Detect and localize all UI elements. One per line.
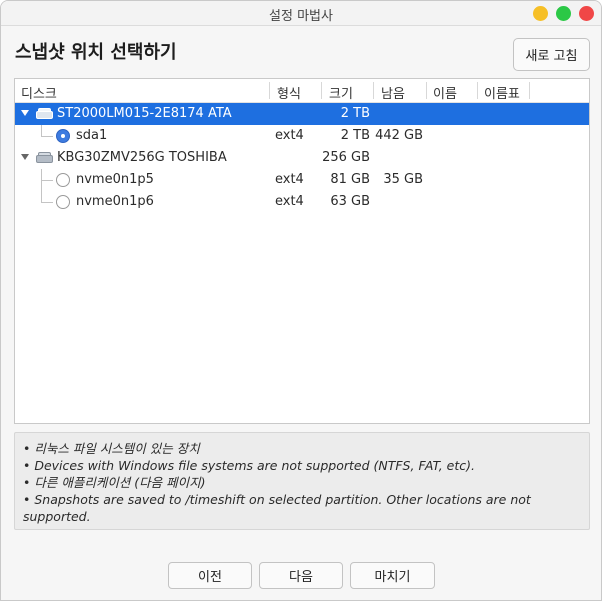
disk-name: KBG30ZMV256G TOSHIBA [57, 150, 227, 165]
partition-type: ext4 [275, 172, 304, 187]
hard-drive-icon [36, 152, 53, 164]
note-line: • 다른 애플리케이션 (다음 페이지) [23, 475, 206, 490]
partition-radio[interactable] [56, 195, 70, 209]
column-header-free[interactable]: 남음 [381, 83, 405, 102]
previous-button[interactable]: 이전 [168, 562, 252, 589]
title-bar[interactable]: 설정 마법사 [1, 1, 601, 26]
column-header-disk[interactable]: 디스크 [21, 83, 57, 102]
finish-button[interactable]: 마치기 [350, 562, 435, 589]
column-header-label[interactable]: 이름표 [484, 83, 520, 102]
partition-size: 81 GB [330, 172, 370, 187]
refresh-button[interactable]: 새로 고침 [513, 38, 590, 71]
expander-arrow-icon[interactable] [21, 154, 29, 160]
partition-free: 35 GB [383, 172, 423, 187]
partition-name: nvme0n1p5 [76, 172, 154, 187]
partition-size: 63 GB [330, 194, 370, 209]
partition-name: sda1 [76, 128, 108, 143]
column-header-size[interactable]: 크기 [329, 83, 353, 102]
setup-wizard-window: 설정 마법사 스냅샷 위치 선택하기 새로 고침 디스크 형식 크기 남음 이름… [0, 0, 602, 601]
partition-type: ext4 [275, 194, 304, 209]
disk-name: ST2000LM015-2E8174 ATA [57, 106, 232, 121]
note-line: • 리눅스 파일 시스템이 있는 장치 [23, 441, 200, 456]
table-header: 디스크 형식 크기 남음 이름 이름표 [15, 79, 589, 103]
disk-table: 디스크 형식 크기 남음 이름 이름표 ST2000LM015-2E8174 A… [14, 78, 590, 424]
disk-size: 256 GB [322, 150, 370, 165]
note-line: • Devices with Windows file systems are … [23, 458, 475, 473]
column-header-name[interactable]: 이름 [433, 83, 457, 102]
partition-free: 442 GB [375, 128, 423, 143]
hard-drive-icon [36, 108, 53, 120]
disk-size: 2 TB [340, 106, 370, 121]
partition-radio[interactable] [56, 129, 70, 143]
page-title: 스냅샷 위치 선택하기 [15, 42, 177, 63]
partition-size: 2 TB [340, 128, 370, 143]
table-row-disk[interactable]: ST2000LM015-2E8174 ATA 2 TB [15, 103, 589, 125]
partition-type: ext4 [275, 128, 304, 143]
note-line: • Snapshots are saved to /timeshift on s… [23, 492, 531, 524]
table-row-disk[interactable]: KBG30ZMV256G TOSHIBA 256 GB [15, 147, 589, 169]
column-divider[interactable] [321, 82, 322, 99]
column-divider[interactable] [269, 82, 270, 99]
info-notes-panel: • 리눅스 파일 시스템이 있는 장치 • Devices with Windo… [14, 432, 590, 530]
table-row-partition[interactable]: sda1 ext4 2 TB 442 GB [15, 125, 589, 147]
partition-name: nvme0n1p6 [76, 194, 154, 209]
next-button[interactable]: 다음 [259, 562, 343, 589]
column-divider[interactable] [477, 82, 478, 99]
table-row-partition[interactable]: nvme0n1p5 ext4 81 GB 35 GB [15, 169, 589, 191]
column-divider[interactable] [529, 82, 530, 99]
maximize-button[interactable] [556, 6, 571, 21]
close-button[interactable] [579, 6, 594, 21]
window-title: 설정 마법사 [269, 9, 333, 24]
expander-arrow-icon[interactable] [21, 110, 29, 116]
minimize-button[interactable] [533, 6, 548, 21]
column-divider[interactable] [373, 82, 374, 99]
column-header-type[interactable]: 형식 [277, 83, 301, 102]
column-divider[interactable] [426, 82, 427, 99]
partition-radio[interactable] [56, 173, 70, 187]
table-row-partition[interactable]: nvme0n1p6 ext4 63 GB [15, 191, 589, 213]
